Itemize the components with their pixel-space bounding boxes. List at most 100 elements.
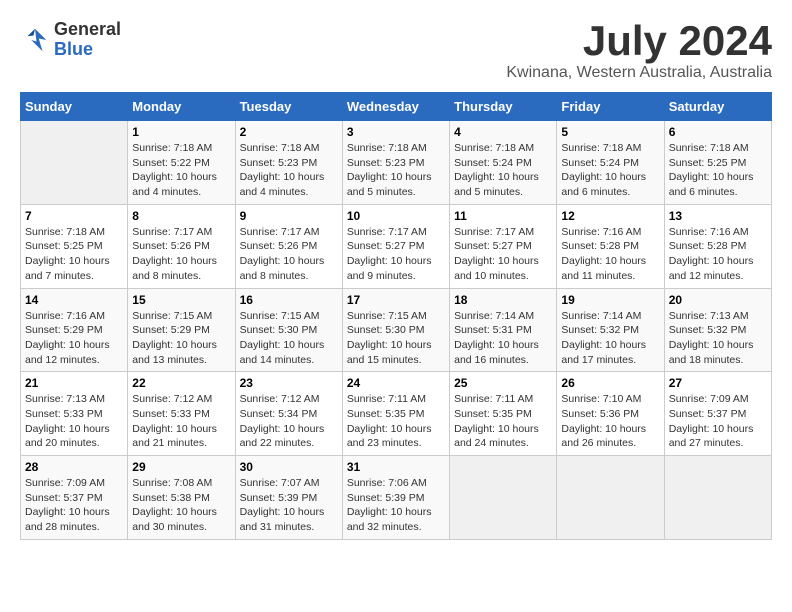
calendar-week-row: 14 Sunrise: 7:16 AM Sunset: 5:29 PM Dayli…	[21, 288, 772, 372]
day-number: 2	[240, 125, 338, 139]
day-number: 1	[132, 125, 230, 139]
calendar-cell: 26Sunrise: 7:10 AM Sunset: 5:36 PM Dayli…	[557, 372, 664, 456]
day-info: Sunrise: 7:14 AM Sunset: 5:31 PM Dayligh…	[454, 309, 552, 368]
calendar-cell: 27Sunrise: 7:09 AM Sunset: 5:37 PM Dayli…	[664, 372, 771, 456]
day-info: Sunrise: 7:18 AM Sunset: 5:25 PM Dayligh…	[25, 225, 123, 284]
day-number: 23	[240, 376, 338, 390]
calendar-cell: 16 Sunrise: 7:15 AM Sunset: 5:30 PM Dayli…	[235, 288, 342, 372]
day-info: Sunrise: 7:13 AM Sunset: 5:32 PM Dayligh…	[669, 309, 767, 368]
calendar-cell	[21, 121, 128, 205]
weekday-header: Monday	[128, 93, 235, 121]
day-number: 17	[347, 293, 445, 307]
calendar-cell: 24 Sunrise: 7:11 AM Sunset: 5:35 PM Dayli…	[342, 372, 449, 456]
day-number: 22	[132, 376, 230, 390]
location-title: Kwinana, Western Australia, Australia	[506, 64, 772, 82]
day-info: Sunrise: 7:17 AM Sunset: 5:26 PM Dayligh…	[240, 225, 338, 284]
day-number: 12	[561, 209, 659, 223]
title-block: July 2024 Kwinana, Western Australia, Au…	[506, 20, 772, 82]
day-info: Sunrise: 7:18 AM Sunset: 5:24 PM Dayligh…	[561, 141, 659, 200]
day-info: Sunrise: 7:14 AM Sunset: 5:32 PM Dayligh…	[561, 309, 659, 368]
day-info: Sunrise: 7:09 AM Sunset: 5:37 PM Dayligh…	[25, 476, 123, 535]
calendar-cell	[450, 456, 557, 540]
day-number: 11	[454, 209, 552, 223]
day-number: 28	[25, 460, 123, 474]
weekday-header: Friday	[557, 93, 664, 121]
day-info: Sunrise: 7:12 AM Sunset: 5:33 PM Dayligh…	[132, 392, 230, 451]
calendar-cell	[664, 456, 771, 540]
day-info: Sunrise: 7:15 AM Sunset: 5:29 PM Dayligh…	[132, 309, 230, 368]
calendar-cell: 14 Sunrise: 7:16 AM Sunset: 5:29 PM Dayli…	[21, 288, 128, 372]
day-info: Sunrise: 7:11 AM Sunset: 5:35 PM Dayligh…	[347, 392, 445, 451]
day-number: 5	[561, 125, 659, 139]
calendar-cell: 13Sunrise: 7:16 AM Sunset: 5:28 PM Dayli…	[664, 204, 771, 288]
day-info: Sunrise: 7:16 AM Sunset: 5:29 PM Dayligh…	[25, 309, 123, 368]
calendar-week-row: 21Sunrise: 7:13 AM Sunset: 5:33 PM Dayli…	[21, 372, 772, 456]
day-number: 8	[132, 209, 230, 223]
calendar-cell: 3Sunrise: 7:18 AM Sunset: 5:23 PM Daylig…	[342, 121, 449, 205]
month-title: July 2024	[506, 20, 772, 62]
weekday-header: Sunday	[21, 93, 128, 121]
day-number: 14	[25, 293, 123, 307]
calendar-cell: 31Sunrise: 7:06 AM Sunset: 5:39 PM Dayli…	[342, 456, 449, 540]
day-info: Sunrise: 7:08 AM Sunset: 5:38 PM Dayligh…	[132, 476, 230, 535]
day-info: Sunrise: 7:18 AM Sunset: 5:22 PM Dayligh…	[132, 141, 230, 200]
calendar-cell: 25Sunrise: 7:11 AM Sunset: 5:35 PM Dayli…	[450, 372, 557, 456]
day-number: 20	[669, 293, 767, 307]
logo: General Blue	[20, 20, 121, 60]
calendar-cell: 15 Sunrise: 7:15 AM Sunset: 5:29 PM Dayli…	[128, 288, 235, 372]
weekday-header-row: SundayMondayTuesdayWednesdayThursdayFrid…	[21, 93, 772, 121]
day-info: Sunrise: 7:18 AM Sunset: 5:25 PM Dayligh…	[669, 141, 767, 200]
calendar-table: SundayMondayTuesdayWednesdayThursdayFrid…	[20, 92, 772, 540]
calendar-cell: 29Sunrise: 7:08 AM Sunset: 5:38 PM Dayli…	[128, 456, 235, 540]
calendar-cell: 19Sunrise: 7:14 AM Sunset: 5:32 PM Dayli…	[557, 288, 664, 372]
day-info: Sunrise: 7:10 AM Sunset: 5:36 PM Dayligh…	[561, 392, 659, 451]
day-info: Sunrise: 7:15 AM Sunset: 5:30 PM Dayligh…	[240, 309, 338, 368]
day-number: 30	[240, 460, 338, 474]
calendar-cell: 2Sunrise: 7:18 AM Sunset: 5:23 PM Daylig…	[235, 121, 342, 205]
calendar-cell: 9 Sunrise: 7:17 AM Sunset: 5:26 PM Daylig…	[235, 204, 342, 288]
day-info: Sunrise: 7:17 AM Sunset: 5:26 PM Dayligh…	[132, 225, 230, 284]
day-number: 27	[669, 376, 767, 390]
day-number: 18	[454, 293, 552, 307]
calendar-cell: 6 Sunrise: 7:18 AM Sunset: 5:25 PM Daylig…	[664, 121, 771, 205]
calendar-cell: 4 Sunrise: 7:18 AM Sunset: 5:24 PM Daylig…	[450, 121, 557, 205]
weekday-header: Wednesday	[342, 93, 449, 121]
day-info: Sunrise: 7:18 AM Sunset: 5:23 PM Dayligh…	[347, 141, 445, 200]
day-number: 15	[132, 293, 230, 307]
page-header: General Blue July 2024 Kwinana, Western …	[20, 20, 772, 82]
day-number: 10	[347, 209, 445, 223]
day-info: Sunrise: 7:16 AM Sunset: 5:28 PM Dayligh…	[561, 225, 659, 284]
calendar-week-row: 1 Sunrise: 7:18 AM Sunset: 5:22 PM Daylig…	[21, 121, 772, 205]
calendar-cell	[557, 456, 664, 540]
weekday-header: Thursday	[450, 93, 557, 121]
day-number: 16	[240, 293, 338, 307]
day-number: 7	[25, 209, 123, 223]
calendar-week-row: 7 Sunrise: 7:18 AM Sunset: 5:25 PM Daylig…	[21, 204, 772, 288]
day-number: 21	[25, 376, 123, 390]
logo-icon	[20, 25, 50, 55]
day-info: Sunrise: 7:17 AM Sunset: 5:27 PM Dayligh…	[347, 225, 445, 284]
day-info: Sunrise: 7:18 AM Sunset: 5:24 PM Dayligh…	[454, 141, 552, 200]
day-info: Sunrise: 7:12 AM Sunset: 5:34 PM Dayligh…	[240, 392, 338, 451]
day-number: 13	[669, 209, 767, 223]
day-number: 4	[454, 125, 552, 139]
calendar-cell: 10 Sunrise: 7:17 AM Sunset: 5:27 PM Dayli…	[342, 204, 449, 288]
calendar-cell: 30Sunrise: 7:07 AM Sunset: 5:39 PM Dayli…	[235, 456, 342, 540]
calendar-cell: 18 Sunrise: 7:14 AM Sunset: 5:31 PM Dayli…	[450, 288, 557, 372]
weekday-header: Tuesday	[235, 93, 342, 121]
calendar-cell: 17Sunrise: 7:15 AM Sunset: 5:30 PM Dayli…	[342, 288, 449, 372]
weekday-header: Saturday	[664, 93, 771, 121]
calendar-cell: 7 Sunrise: 7:18 AM Sunset: 5:25 PM Daylig…	[21, 204, 128, 288]
calendar-cell: 21Sunrise: 7:13 AM Sunset: 5:33 PM Dayli…	[21, 372, 128, 456]
calendar-cell: 11 Sunrise: 7:17 AM Sunset: 5:27 PM Dayli…	[450, 204, 557, 288]
day-number: 24	[347, 376, 445, 390]
day-info: Sunrise: 7:11 AM Sunset: 5:35 PM Dayligh…	[454, 392, 552, 451]
calendar-cell: 12 Sunrise: 7:16 AM Sunset: 5:28 PM Dayli…	[557, 204, 664, 288]
calendar-cell: 20 Sunrise: 7:13 AM Sunset: 5:32 PM Dayli…	[664, 288, 771, 372]
day-number: 9	[240, 209, 338, 223]
calendar-cell: 1 Sunrise: 7:18 AM Sunset: 5:22 PM Daylig…	[128, 121, 235, 205]
calendar-week-row: 28 Sunrise: 7:09 AM Sunset: 5:37 PM Dayli…	[21, 456, 772, 540]
day-info: Sunrise: 7:17 AM Sunset: 5:27 PM Dayligh…	[454, 225, 552, 284]
calendar-cell: 22 Sunrise: 7:12 AM Sunset: 5:33 PM Dayli…	[128, 372, 235, 456]
day-number: 6	[669, 125, 767, 139]
